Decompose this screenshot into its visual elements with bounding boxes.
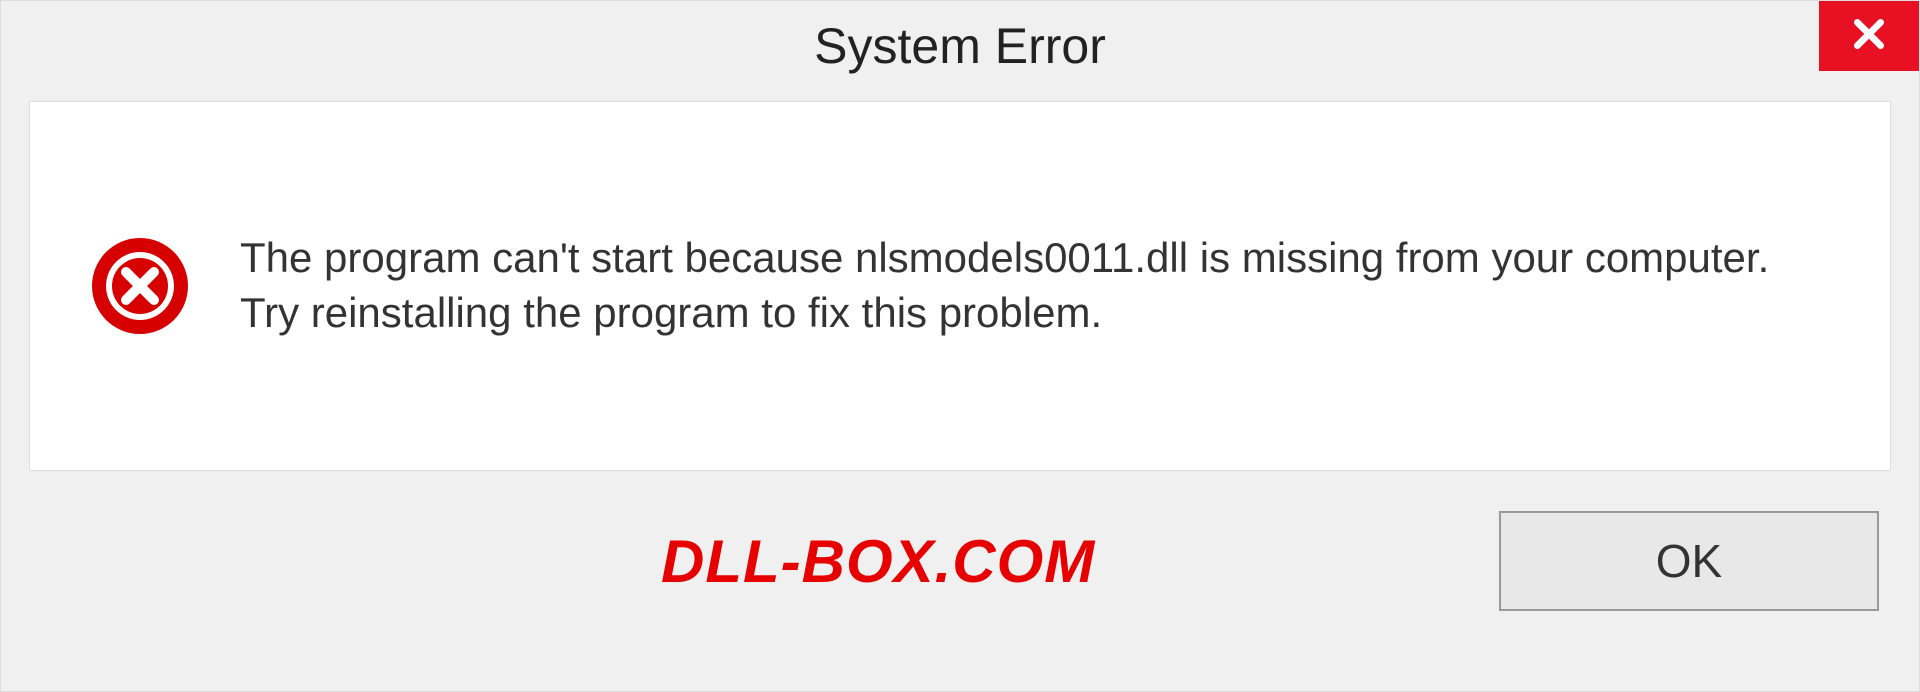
dialog-content: The program can't start because nlsmodel… (29, 101, 1891, 471)
ok-button-label: OK (1656, 534, 1722, 588)
dialog-title: System Error (814, 17, 1106, 75)
close-icon (1849, 14, 1889, 59)
dialog-footer: DLL-BOX.COM OK (1, 471, 1919, 611)
close-button[interactable] (1819, 1, 1919, 71)
watermark-text: DLL-BOX.COM (661, 527, 1095, 596)
error-icon (90, 236, 190, 336)
error-message: The program can't start because nlsmodel… (240, 231, 1830, 340)
titlebar: System Error (1, 1, 1919, 91)
ok-button[interactable]: OK (1499, 511, 1879, 611)
